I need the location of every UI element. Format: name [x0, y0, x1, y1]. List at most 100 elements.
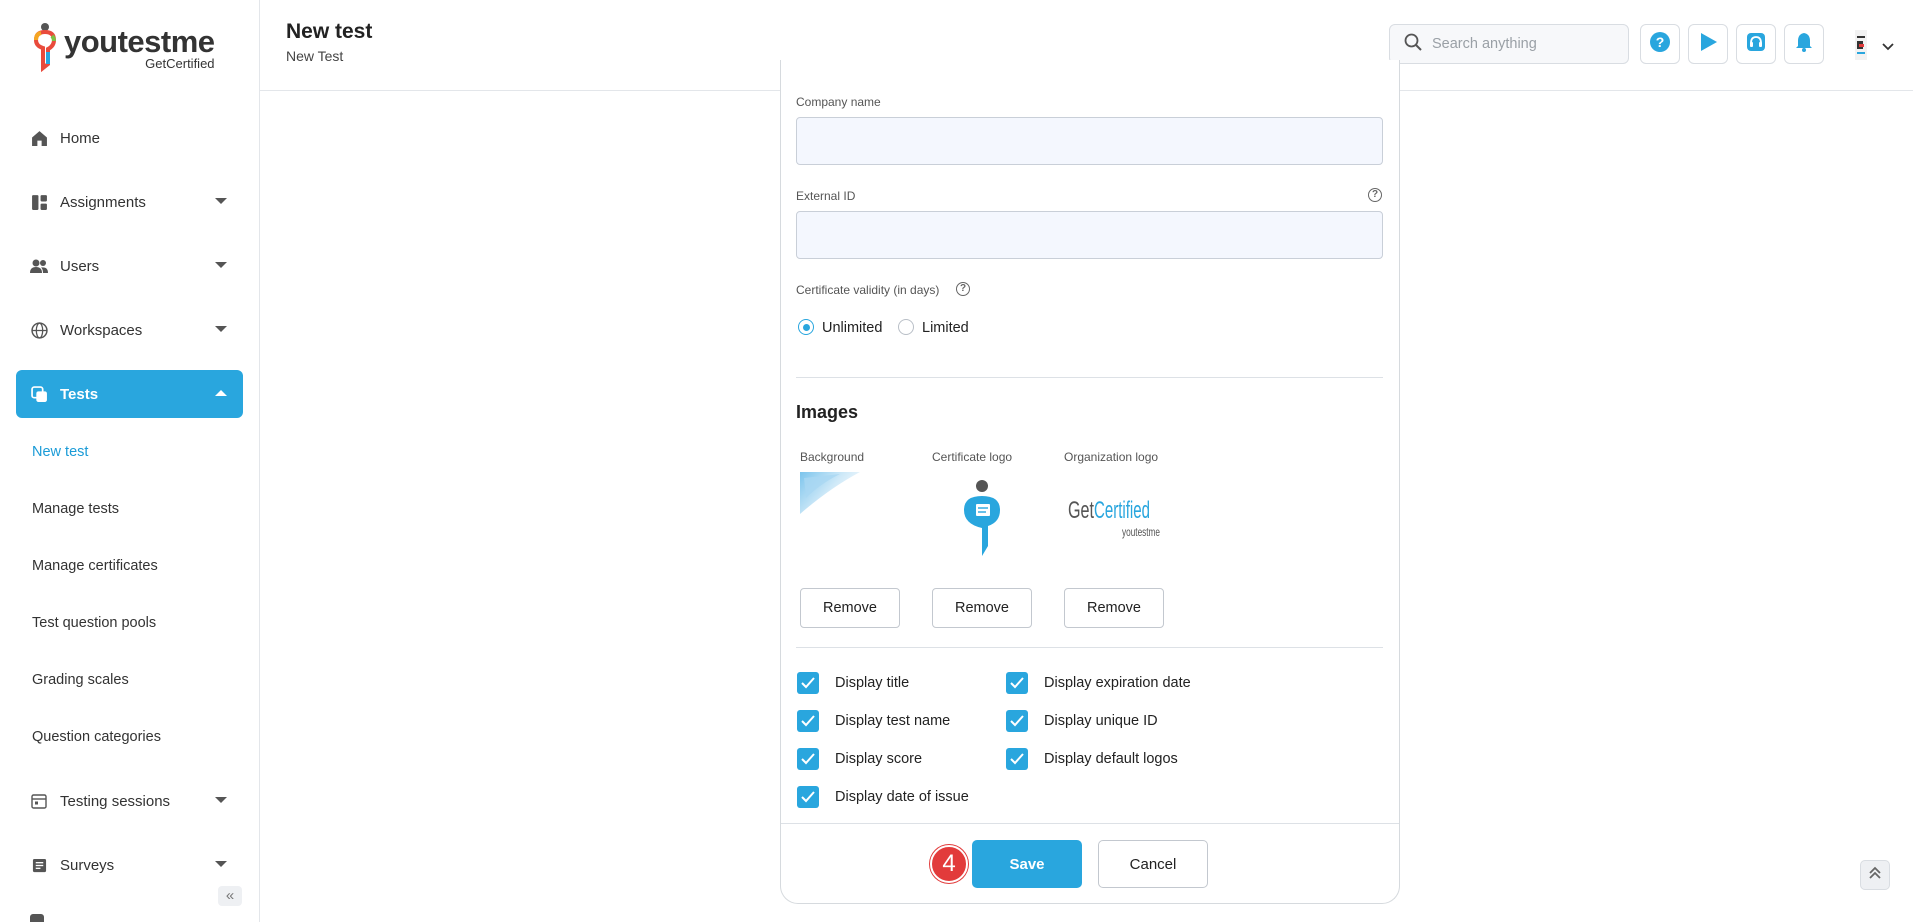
background-image-label: Background	[800, 450, 865, 464]
help-button[interactable]: ?	[1640, 24, 1680, 64]
avatar[interactable]	[1842, 26, 1880, 64]
remove-organization-logo-button[interactable]: Remove	[1064, 588, 1164, 628]
checkmark-icon	[801, 791, 815, 803]
divider	[796, 647, 1383, 648]
footer-divider	[781, 823, 1399, 824]
display-test-name-checkbox[interactable]	[797, 710, 819, 732]
save-button[interactable]: Save	[972, 840, 1082, 888]
help-icon: ?	[1649, 31, 1671, 58]
external-id-field[interactable]	[796, 211, 1383, 259]
chevron-down-icon	[215, 797, 227, 803]
sidebar-item-label: Users	[60, 257, 100, 275]
sidebar-item-users[interactable]: Users	[16, 242, 243, 290]
divider	[796, 377, 1383, 378]
step-badge: 4	[930, 845, 968, 883]
background-image-preview[interactable]	[800, 470, 900, 560]
display-default-logos-checkbox[interactable]	[1006, 748, 1028, 770]
validity-unlimited-radio[interactable]	[798, 319, 814, 335]
external-id-label: External ID	[796, 189, 856, 203]
sidebar-item-assignments[interactable]: Assignments	[16, 178, 243, 226]
display-unique-id-label[interactable]: Display unique ID	[1044, 713, 1158, 729]
sidebar-item-label: Surveys	[60, 856, 115, 874]
checkmark-icon	[801, 677, 815, 689]
sidebar-item-home[interactable]: Home	[16, 114, 243, 162]
display-date-of-issue-checkbox[interactable]	[797, 786, 819, 808]
help-icon[interactable]: ?	[1368, 188, 1382, 202]
double-chevron-up-icon	[1868, 866, 1882, 885]
notifications-button[interactable]	[1784, 24, 1824, 64]
display-date-of-issue-label[interactable]: Display date of issue	[835, 789, 969, 805]
sidebar-item-surveys[interactable]: Surveys	[16, 841, 243, 889]
home-icon	[30, 129, 48, 147]
sidebar-subitem-new-test[interactable]: New test	[32, 444, 88, 460]
chevron-up-icon	[215, 390, 227, 396]
cancel-button[interactable]: Cancel	[1098, 840, 1208, 888]
search-box[interactable]	[1389, 24, 1629, 64]
sidebar-item-workspaces[interactable]: Workspaces	[16, 306, 243, 354]
display-test-name-label[interactable]: Display test name	[835, 713, 950, 729]
youtestme-logo[interactable]: youtestme GetCertified	[32, 22, 215, 76]
bell-icon	[1793, 31, 1815, 58]
headset-icon	[1745, 31, 1767, 58]
sidebar-item-partial	[30, 914, 44, 922]
chevron-down-icon	[215, 861, 227, 867]
images-section-title: Images	[796, 402, 859, 422]
sidebar-item-testing-sessions[interactable]: Testing sessions	[16, 777, 243, 825]
globe-icon	[30, 321, 48, 339]
sidebar-item-label: Testing sessions	[60, 792, 171, 810]
company-name-label: Company name	[796, 95, 881, 109]
org-logo-main-left: Get	[1068, 497, 1094, 524]
play-button[interactable]	[1688, 24, 1728, 64]
users-icon	[30, 257, 48, 275]
checkmark-icon	[1010, 677, 1024, 689]
checkmark-icon	[1010, 753, 1024, 765]
sidebar-subitem-grading-scales[interactable]: Grading scales	[32, 672, 129, 688]
certificate-validity-label: Certificate validity (in days)	[796, 283, 940, 297]
sidebar-subitem-manage-tests[interactable]: Manage tests	[32, 501, 119, 517]
display-default-logos-label[interactable]: Display default logos	[1044, 751, 1178, 767]
calendar-icon	[30, 792, 48, 810]
chevron-down-icon[interactable]	[1882, 38, 1894, 56]
display-title-label[interactable]: Display title	[835, 675, 909, 691]
surveys-icon	[30, 856, 48, 874]
display-score-label[interactable]: Display score	[835, 751, 922, 767]
display-expiration-date-checkbox[interactable]	[1006, 672, 1028, 694]
display-unique-id-checkbox[interactable]	[1006, 710, 1028, 732]
organization-logo-label: Organization logo	[1064, 450, 1159, 464]
support-button[interactable]	[1736, 24, 1776, 64]
collapse-sidebar-button[interactable]: «	[218, 886, 242, 906]
display-title-checkbox[interactable]	[797, 672, 819, 694]
play-icon	[1697, 31, 1719, 58]
search-input[interactable]	[1432, 36, 1612, 52]
help-icon[interactable]: ?	[956, 282, 970, 296]
validity-unlimited-label[interactable]: Unlimited	[822, 320, 882, 336]
checkmark-icon	[801, 715, 815, 727]
organization-logo-preview[interactable]: Get Certified youtestme	[1064, 470, 1164, 560]
chevron-down-icon	[215, 326, 227, 332]
tests-icon	[30, 385, 48, 403]
validity-limited-label[interactable]: Limited	[922, 320, 969, 336]
org-logo-sub: youtestme	[1122, 525, 1160, 539]
sidebar-subitem-manage-certificates[interactable]: Manage certificates	[32, 558, 158, 574]
sidebar-subitem-question-categories[interactable]: Question categories	[32, 729, 161, 745]
remove-background-button[interactable]: Remove	[800, 588, 900, 628]
display-score-checkbox[interactable]	[797, 748, 819, 770]
sidebar-item-label: Tests	[60, 385, 99, 403]
page-title: New test	[286, 20, 373, 43]
remove-certificate-logo-button[interactable]: Remove	[932, 588, 1032, 628]
company-name-field[interactable]	[796, 117, 1383, 165]
brand-name: youtestme	[64, 24, 215, 59]
sidebar-item-tests[interactable]: Tests	[16, 370, 243, 418]
chevron-down-icon	[215, 262, 227, 268]
chevron-down-icon	[215, 198, 227, 204]
certificate-logo-preview[interactable]	[932, 470, 1032, 560]
sidebar-item-label: Home	[60, 129, 101, 147]
display-expiration-date-label[interactable]: Display expiration date	[1044, 675, 1191, 691]
sidebar-item-label: Workspaces	[60, 321, 143, 339]
sidebar-subitem-test-question-pools[interactable]: Test question pools	[32, 615, 156, 631]
sidebar-item-label: Assignments	[60, 193, 146, 211]
checkmark-icon	[1010, 715, 1024, 727]
page-subtitle: New Test	[286, 48, 344, 64]
validity-limited-radio[interactable]	[898, 319, 914, 335]
scroll-to-top-button[interactable]	[1860, 860, 1890, 890]
